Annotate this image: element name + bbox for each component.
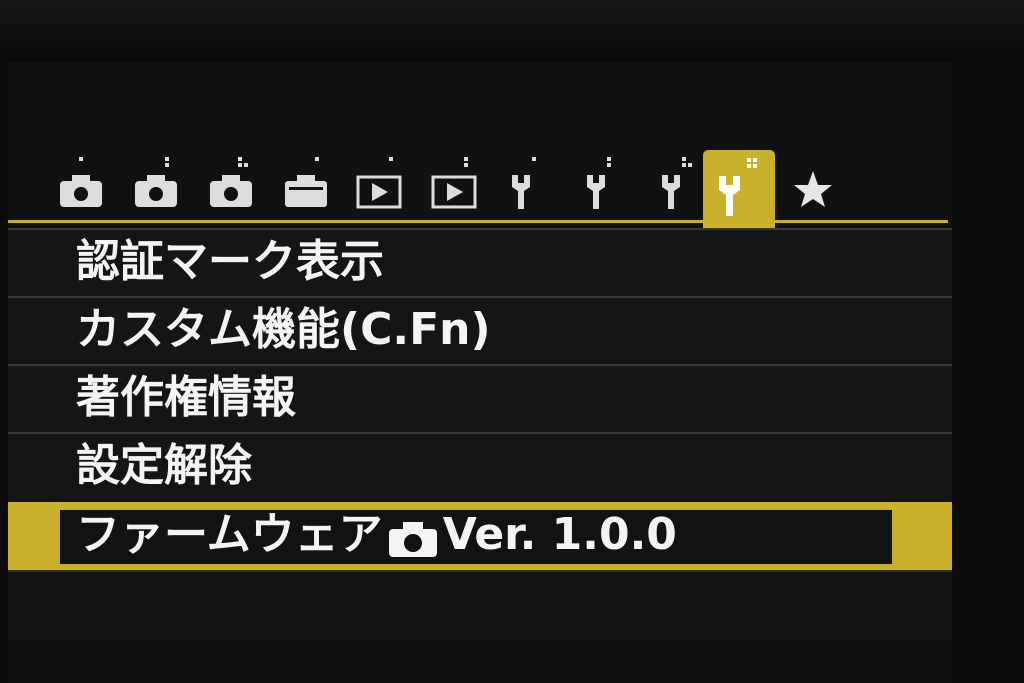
camera-lcd-screen: 認証マーク表示 カスタム機能(C.Fn) 著作権情報 設定解除 ファームウェア V…	[8, 62, 952, 683]
firmware-label: ファームウェア Ver. 1.0.0	[76, 507, 677, 563]
firmware-version: Ver. 1.0.0	[442, 509, 677, 560]
playback-tab-2-icon[interactable]	[427, 157, 485, 215]
shooting-tab-3-icon[interactable]	[202, 157, 260, 215]
setup-tab-1-icon[interactable]	[502, 157, 560, 215]
shooting-tab-2-icon[interactable]	[127, 157, 185, 215]
menu-item-label: 設定解除	[76, 440, 252, 491]
menu-item-firmware-selected[interactable]: ファームウェア Ver. 1.0.0	[8, 502, 952, 570]
shooting-tab-4-icon[interactable]	[277, 157, 335, 215]
tab-underline	[8, 220, 948, 223]
shooting-tab-1-icon[interactable]	[52, 157, 110, 215]
empty-menu-row	[8, 570, 952, 638]
menu-item-certification-logo[interactable]: 認証マーク表示	[8, 228, 952, 296]
menu-item-label: 認証マーク表示	[76, 236, 384, 287]
camera-icon	[385, 517, 441, 557]
menu-item-label: 著作権情報	[76, 372, 296, 423]
camera-bezel	[0, 0, 1024, 60]
menu-item-copyright-info[interactable]: 著作権情報	[8, 364, 952, 432]
playback-tab-1-icon[interactable]	[352, 157, 410, 215]
setup-tab-3-icon[interactable]	[652, 157, 710, 215]
my-menu-star-icon[interactable]	[784, 157, 842, 215]
menu-item-label: カスタム機能(C.Fn)	[76, 304, 491, 355]
setup-menu-list: 認証マーク表示 カスタム機能(C.Fn) 著作権情報 設定解除 ファームウェア V…	[8, 228, 952, 638]
menu-item-clear-settings[interactable]: 設定解除	[8, 432, 952, 500]
menu-tab-bar	[8, 62, 952, 228]
setup-tab-4-icon[interactable]	[703, 150, 775, 228]
firmware-prefix: ファームウェア	[76, 509, 383, 560]
setup-tab-2-icon[interactable]	[577, 157, 635, 215]
menu-item-custom-functions[interactable]: カスタム機能(C.Fn)	[8, 296, 952, 364]
